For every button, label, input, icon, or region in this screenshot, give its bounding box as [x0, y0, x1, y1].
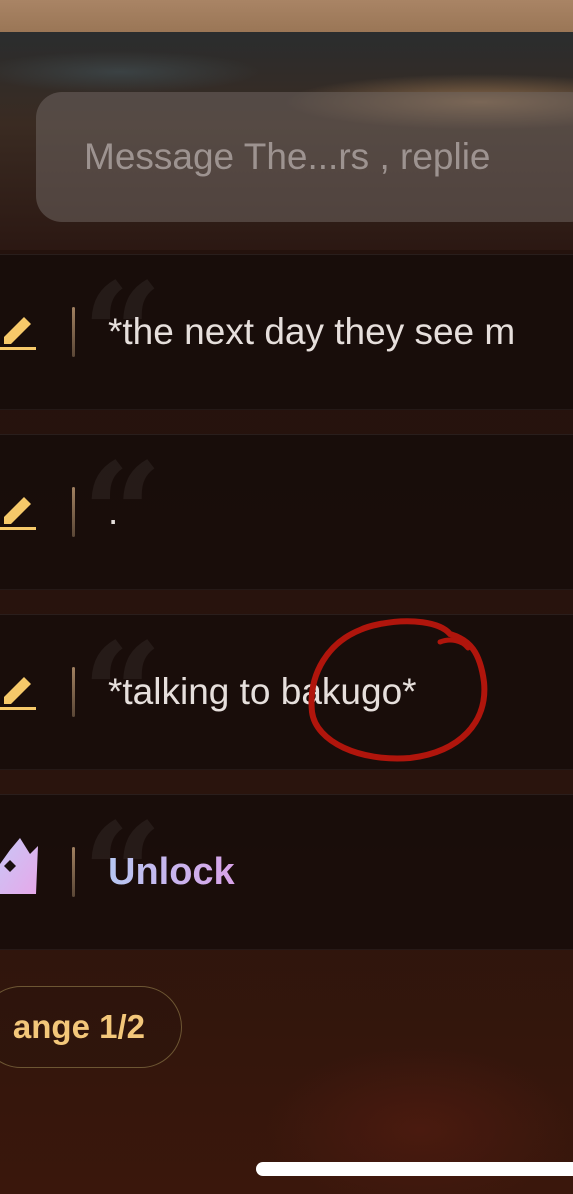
reply-suggestion-row[interactable]: “ *the next day they see m: [0, 254, 573, 410]
crown-icon: [0, 838, 38, 894]
reply-text: .: [108, 491, 119, 532]
row-divider: [72, 487, 75, 537]
unlock-row[interactable]: “ Unlock: [0, 794, 573, 950]
change-button[interactable]: ange 1/2: [0, 986, 182, 1068]
pencil-icon[interactable]: [0, 491, 38, 531]
reply-suggestion-row[interactable]: “ .: [0, 434, 573, 590]
change-button-label: ange 1/2: [12, 1008, 145, 1045]
unlock-label: Unlock: [108, 850, 235, 893]
message-input-placeholder: Message The...rs , replie: [84, 136, 491, 177]
quote-mark-icon: “: [82, 433, 163, 597]
row-divider: [72, 307, 75, 357]
pencil-icon[interactable]: [0, 311, 38, 351]
pencil-icon[interactable]: [0, 671, 38, 711]
row-divider: [72, 667, 75, 717]
home-indicator: [256, 1162, 573, 1176]
top-background-strip: [0, 0, 573, 32]
reply-text: *the next day they see m: [108, 311, 516, 352]
unlock-label-wrap: Unlock: [108, 795, 235, 949]
red-circle-annotation: [308, 618, 488, 762]
row-divider: [72, 847, 75, 897]
message-input[interactable]: Message The...rs , replie: [36, 92, 573, 222]
